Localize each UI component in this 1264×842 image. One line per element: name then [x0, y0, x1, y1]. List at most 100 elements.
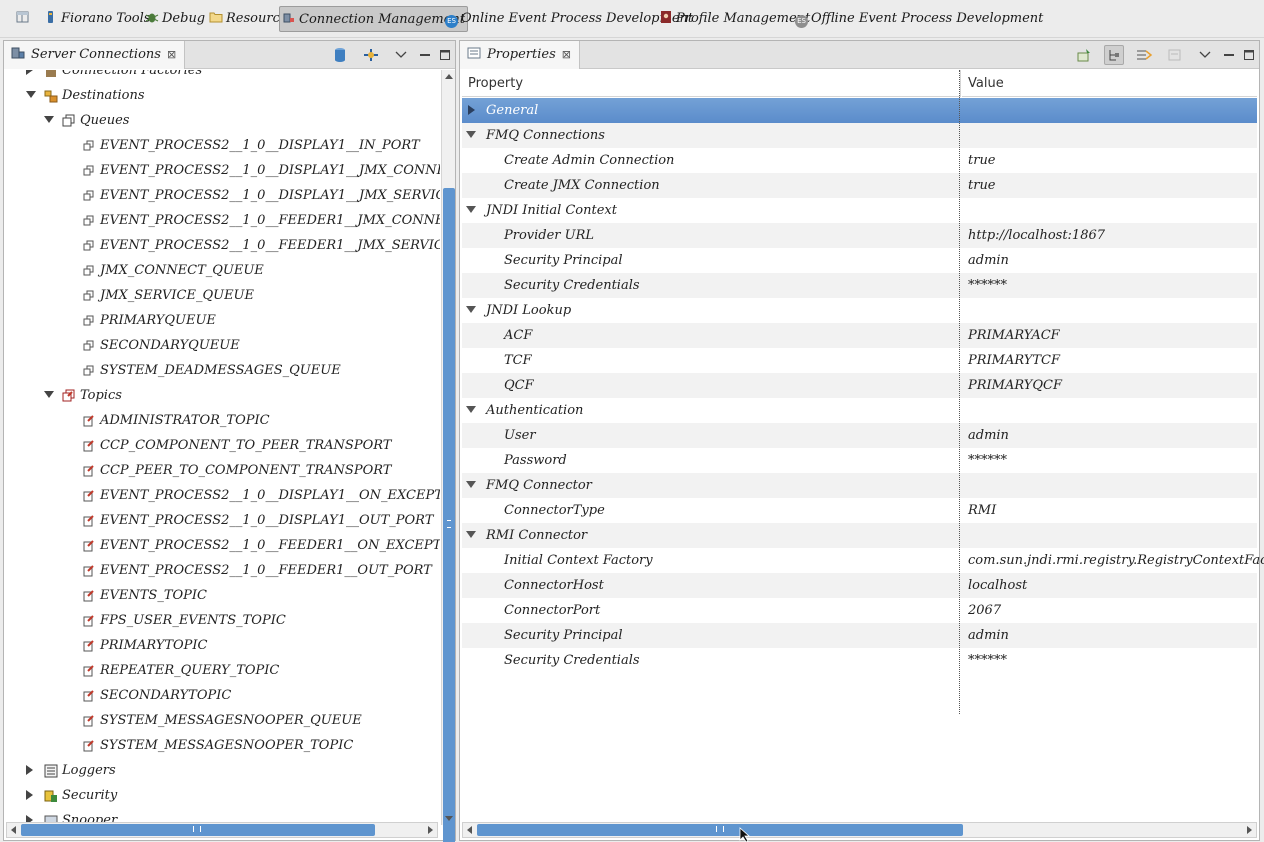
property-value[interactable]: ******: [968, 273, 1007, 298]
tree-node-destinations[interactable]: Destinations: [4, 83, 440, 108]
perspective-offline-event-process[interactable]: ES Offline Event Process Development: [795, 6, 1043, 32]
expanded-arrow-icon[interactable]: [466, 531, 476, 538]
tree-node-loggers[interactable]: Loggers: [4, 758, 440, 783]
property-row[interactable]: ConnectorPort 2067: [462, 598, 1257, 623]
tree-node-queue[interactable]: SECONDARYQUEUE: [4, 333, 440, 358]
property-value[interactable]: PRIMARYQCF: [968, 373, 1062, 398]
show-categories-button[interactable]: [1104, 45, 1125, 65]
properties-horizontal-scrollbar[interactable]: [462, 822, 1257, 838]
tree-node-topic[interactable]: SECONDARYTOPIC: [4, 683, 440, 708]
property-row[interactable]: Password ******: [462, 448, 1257, 473]
scroll-thumb[interactable]: [443, 188, 455, 842]
restore-default-button[interactable]: [1165, 45, 1185, 65]
tree-node-topic[interactable]: FPS_USER_EVENTS_TOPIC: [4, 608, 440, 633]
perspective-debug[interactable]: Debug: [145, 6, 205, 32]
view-menu-button[interactable]: [1195, 45, 1215, 65]
tree-node-topic[interactable]: SYSTEM_MESSAGESNOOPER_QUEUE: [4, 708, 440, 733]
tree-vertical-scrollbar[interactable]: [441, 70, 455, 842]
expanded-arrow-icon[interactable]: [466, 481, 476, 488]
tree-node-queue[interactable]: EVENT_PROCESS2__1_0__DISPLAY1__JMX_CONNE…: [4, 158, 440, 183]
property-category-row[interactable]: Authentication: [462, 398, 1257, 423]
collapsed-arrow-icon[interactable]: [26, 70, 33, 75]
tree-node-topic[interactable]: REPEATER_QUERY_TOPIC: [4, 658, 440, 683]
tree-node-topic[interactable]: EVENT_PROCESS2__1_0__FEEDER1__ON_EXCEPTI…: [4, 533, 440, 558]
minimize-button[interactable]: [419, 45, 431, 65]
expanded-arrow-icon[interactable]: [26, 91, 36, 98]
column-header-property[interactable]: Property: [462, 70, 961, 97]
property-category-row[interactable]: RMI Connector: [462, 523, 1257, 548]
property-row[interactable]: Security Credentials ******: [462, 273, 1257, 298]
property-row[interactable]: Security Credentials ******: [462, 648, 1257, 673]
property-row[interactable]: ConnectorType RMI: [462, 498, 1257, 523]
property-value[interactable]: admin: [968, 623, 1009, 648]
property-row[interactable]: TCF PRIMARYTCF: [462, 348, 1257, 373]
tab-server-connections[interactable]: Server Connections ⊠: [4, 41, 186, 69]
tree-node-topic[interactable]: EVENT_PROCESS2__1_0__DISPLAY1__ON_EXCEPT…: [4, 483, 440, 508]
scroll-left-icon[interactable]: [11, 826, 16, 834]
scroll-left-icon[interactable]: [467, 826, 472, 834]
expanded-arrow-icon[interactable]: [466, 131, 476, 138]
perspective-connection-management[interactable]: Connection Management: [279, 6, 469, 32]
maximize-button[interactable]: [1243, 45, 1255, 65]
minimize-button[interactable]: [1223, 45, 1235, 65]
expanded-arrow-icon[interactable]: [466, 206, 476, 213]
property-value[interactable]: 2067: [968, 598, 1001, 623]
expanded-arrow-icon[interactable]: [44, 116, 54, 123]
tree-node-queue[interactable]: EVENT_PROCESS2__1_0__DISPLAY1__JMX_SERVI…: [4, 183, 440, 208]
add-server-button[interactable]: [330, 45, 350, 65]
tree-node-queue[interactable]: EVENT_PROCESS2__1_0__FEEDER1__JMX_SERVIC…: [4, 233, 440, 258]
perspective-resource[interactable]: Resource: [209, 6, 288, 32]
property-category-row[interactable]: FMQ Connections: [462, 123, 1257, 148]
close-icon[interactable]: ⊠: [167, 41, 176, 69]
tree-node-connection-factories[interactable]: Connection Factories: [4, 70, 440, 83]
property-row[interactable]: Create JMX Connection true: [462, 173, 1257, 198]
perspective-online-event-process[interactable]: ES Online Event Process Development: [445, 6, 693, 32]
property-value[interactable]: PRIMARYACF: [968, 323, 1060, 348]
scroll-right-icon[interactable]: [428, 826, 433, 834]
property-category-row[interactable]: FMQ Connector: [462, 473, 1257, 498]
property-value[interactable]: true: [968, 148, 996, 173]
property-value[interactable]: RMI: [968, 498, 996, 523]
view-menu-button[interactable]: [391, 45, 411, 65]
tree-node-topic[interactable]: CCP_PEER_TO_COMPONENT_TRANSPORT: [4, 458, 440, 483]
expanded-arrow-icon[interactable]: [44, 391, 54, 398]
perspective-fiorano-tools[interactable]: Fiorano Tools: [44, 6, 150, 32]
tree-node-topic[interactable]: CCP_COMPONENT_TO_PEER_TRANSPORT: [4, 433, 440, 458]
scroll-right-icon[interactable]: [1247, 826, 1252, 834]
tree-node-queue[interactable]: EVENT_PROCESS2__1_0__FEEDER1__JMX_CONNEC…: [4, 208, 440, 233]
connect-button[interactable]: [361, 45, 381, 65]
property-row[interactable]: ACF PRIMARYACF: [462, 323, 1257, 348]
open-perspective-button[interactable]: [16, 6, 33, 32]
tab-properties[interactable]: Properties ⊠: [460, 41, 580, 69]
tree-node-topic[interactable]: ADMINISTRATOR_TOPIC: [4, 408, 440, 433]
property-value[interactable]: com.sun.jndi.rmi.registry.RegistryContex…: [968, 548, 1264, 573]
tree-node-security[interactable]: Security: [4, 783, 440, 808]
collapsed-arrow-icon[interactable]: [26, 790, 33, 800]
property-value[interactable]: http://localhost:1867: [968, 223, 1105, 248]
property-value[interactable]: admin: [968, 248, 1009, 273]
perspective-profile-management[interactable]: Profile Management: [659, 6, 810, 32]
tree-node-topic[interactable]: EVENT_PROCESS2__1_0__FEEDER1__OUT_PORT: [4, 558, 440, 583]
property-category-row[interactable]: JNDI Initial Context: [462, 198, 1257, 223]
collapsed-arrow-icon[interactable]: [468, 105, 475, 115]
property-row[interactable]: Create Admin Connection true: [462, 148, 1257, 173]
collapsed-arrow-icon[interactable]: [26, 765, 33, 775]
property-category-row[interactable]: General: [462, 98, 1257, 123]
property-row[interactable]: Provider URL http://localhost:1867: [462, 223, 1257, 248]
property-value[interactable]: ******: [968, 448, 1007, 473]
tree-node-queue[interactable]: SYSTEM_DEADMESSAGES_QUEUE: [4, 358, 440, 383]
tree-node-queue[interactable]: PRIMARYQUEUE: [4, 308, 440, 333]
show-advanced-button[interactable]: [1134, 45, 1154, 65]
tree-node-queue[interactable]: JMX_SERVICE_QUEUE: [4, 283, 440, 308]
property-value[interactable]: PRIMARYTCF: [968, 348, 1060, 373]
tree-node-topic[interactable]: SYSTEM_MESSAGESNOOPER_TOPIC: [4, 733, 440, 758]
tree-node-queues[interactable]: Queues: [4, 108, 440, 133]
property-value[interactable]: admin: [968, 423, 1009, 448]
property-value[interactable]: true: [968, 173, 996, 198]
close-icon[interactable]: ⊠: [562, 41, 571, 69]
tree-node-topic[interactable]: PRIMARYTOPIC: [4, 633, 440, 658]
pin-button[interactable]: [1074, 45, 1094, 65]
property-row[interactable]: QCF PRIMARYQCF: [462, 373, 1257, 398]
property-row[interactable]: User admin: [462, 423, 1257, 448]
property-category-row[interactable]: JNDI Lookup: [462, 298, 1257, 323]
